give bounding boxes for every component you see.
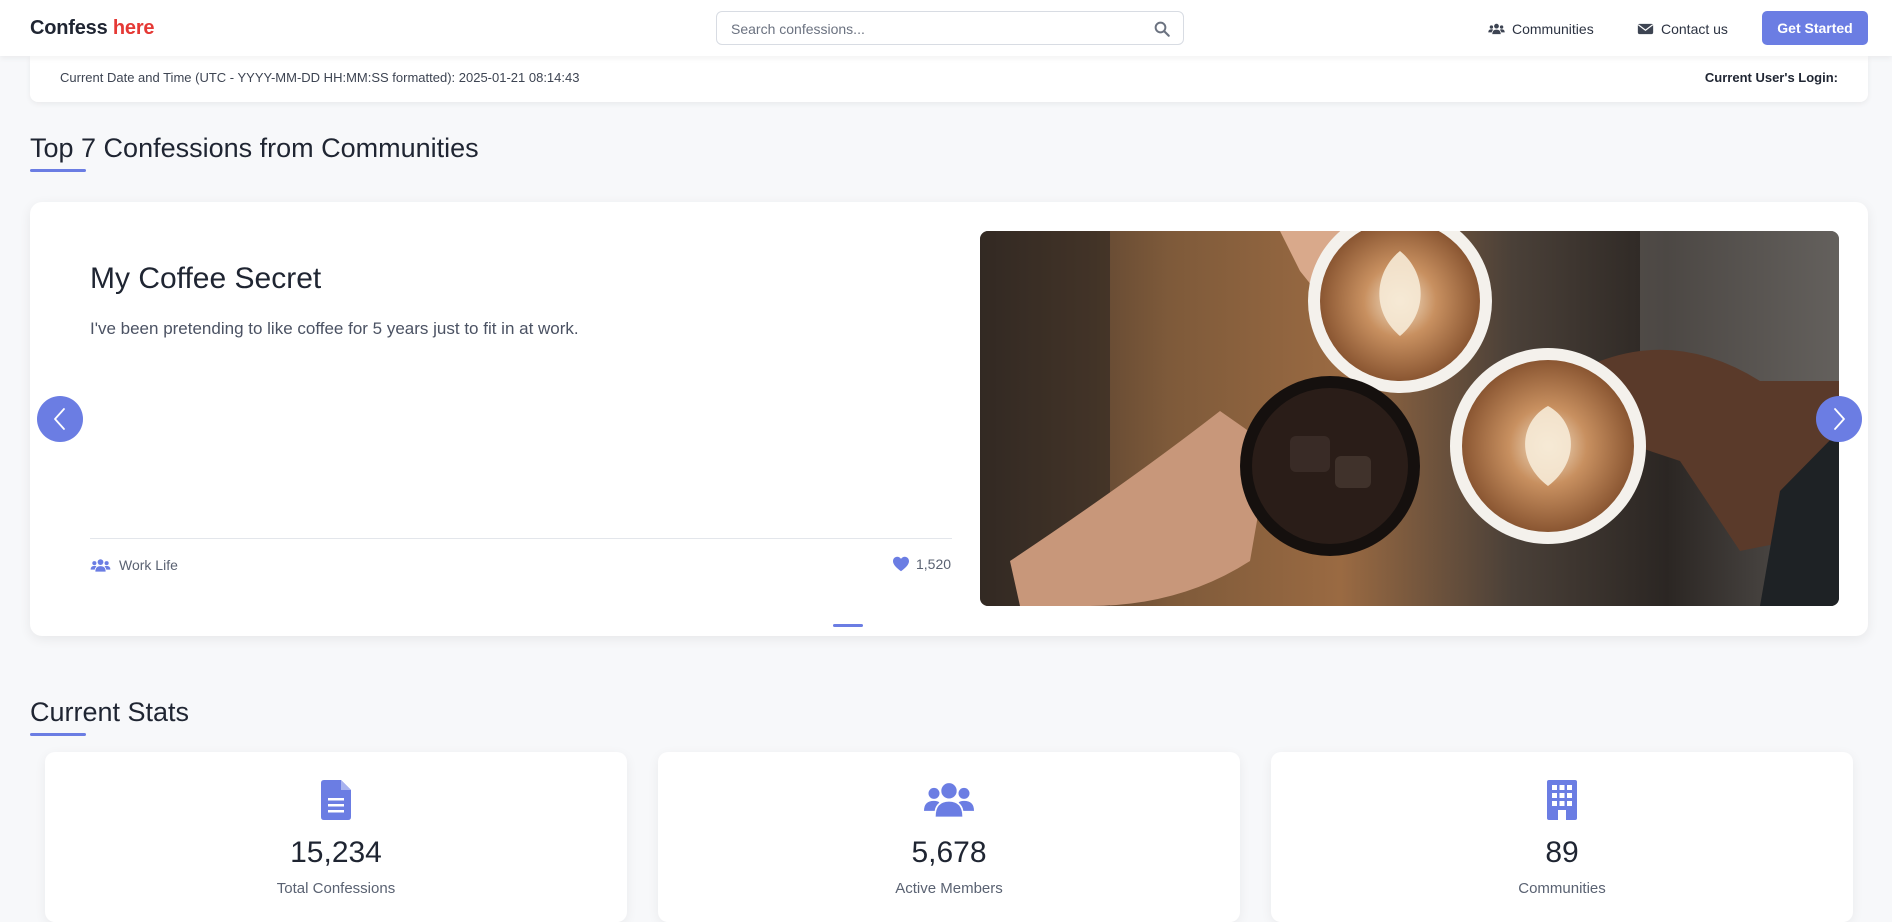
document-icon [321, 780, 351, 820]
top-navbar: Confess here Communities Contact us Get … [0, 0, 1892, 56]
confession-text: I've been pretending to like coffee for … [90, 319, 579, 338]
nav-contact[interactable]: Contact us [1637, 19, 1728, 39]
stat-value: 89 [1545, 836, 1579, 869]
heart-icon [893, 556, 909, 572]
stat-label: Total Confessions [276, 880, 396, 897]
search-box [716, 11, 1184, 45]
nav-communities-label: Communities [1512, 21, 1594, 37]
carousel-next-button[interactable] [1816, 396, 1862, 442]
users-icon [924, 783, 974, 817]
users-icon [90, 558, 111, 572]
confession-likes-count: 1,520 [916, 556, 952, 572]
brand-logo[interactable]: Confess here [30, 17, 155, 40]
info-bar: Current Date and Time (UTC - YYYY-MM-DD … [30, 56, 1868, 102]
stat-card-total-confessions: 15,234 Total Confessions [45, 752, 627, 922]
section-title-top-confessions: Top 7 Confessions from Communities [30, 133, 479, 172]
carousel-prev-button[interactable] [37, 396, 83, 442]
brand-accent: here [112, 17, 155, 39]
section-title-stats: Current Stats [30, 697, 190, 736]
section-title-stats-text: Current Stats [30, 697, 190, 727]
stat-card-active-members: 5,678 Active Members [658, 752, 1240, 922]
stat-card-communities: 89 Communities [1271, 752, 1853, 922]
stat-icon-wrap [658, 780, 1240, 820]
nav-communities[interactable]: Communities [1488, 19, 1594, 39]
envelope-icon [1637, 23, 1654, 35]
current-datetime: Current Date and Time (UTC - YYYY-MM-DD … [60, 70, 580, 85]
confession-title[interactable]: My Coffee Secret [90, 262, 321, 296]
chevron-left-icon [54, 408, 65, 430]
brand-main: Confess [30, 17, 108, 39]
coffee-cups-photo [980, 231, 1839, 606]
nav-contact-label: Contact us [1661, 21, 1728, 37]
slide-divider [90, 538, 952, 539]
stat-icon-wrap [1271, 780, 1853, 820]
stat-value: 5,678 [911, 836, 987, 869]
stat-icon-wrap [45, 780, 627, 820]
confession-community-label: Work Life [119, 557, 178, 573]
coffee-photo-illustration [980, 231, 1839, 606]
users-icon [1488, 23, 1505, 35]
building-icon [1547, 780, 1577, 820]
stat-value: 15,234 [290, 836, 382, 869]
get-started-button[interactable]: Get Started [1762, 11, 1868, 45]
stat-label: Communities [1518, 880, 1606, 897]
current-user-login: Current User's Login: [1704, 70, 1838, 85]
search-icon[interactable] [1153, 20, 1171, 38]
carousel-indicator-active[interactable] [833, 624, 863, 627]
confession-likes[interactable]: 1,520 [892, 556, 951, 572]
search-input[interactable] [731, 18, 1131, 40]
confession-community[interactable]: Work Life [90, 557, 178, 573]
chevron-right-icon [1834, 408, 1845, 430]
stat-label: Active Members [895, 880, 1003, 897]
title-underline [30, 733, 86, 736]
section-title-top-text: Top 7 Confessions from Communities [30, 133, 479, 163]
title-underline [30, 169, 86, 172]
confession-carousel: My Coffee Secret I've been pretending to… [30, 202, 1868, 636]
